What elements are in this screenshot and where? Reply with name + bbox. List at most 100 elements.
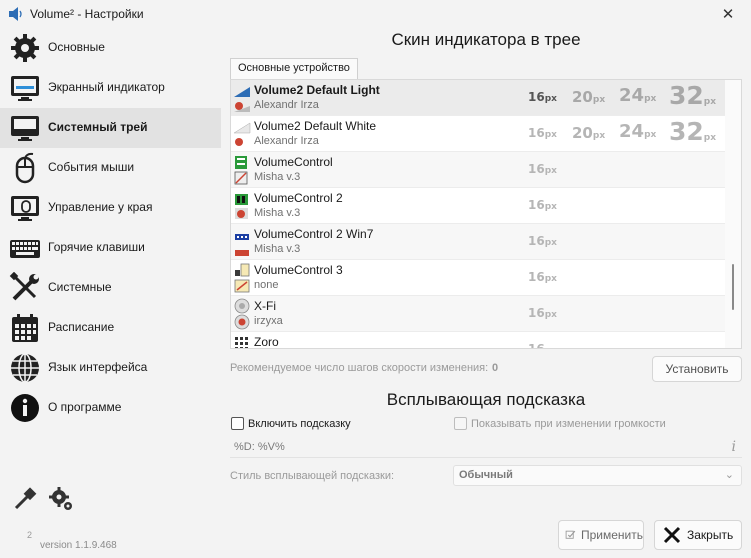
sidebar-item-system-tray[interactable]: Системный трей: [0, 108, 221, 148]
skin-list-scrollbar[interactable]: [725, 80, 741, 348]
info-icon: [11, 394, 39, 422]
skin-row[interactable]: Zoro 16px: [231, 332, 726, 349]
skin-name: VolumeControl 2: [254, 191, 343, 205]
app-speaker-icon: [9, 7, 22, 21]
checkbox-box[interactable]: [454, 417, 467, 430]
sidebar-item-screen-edge[interactable]: Управление у края: [0, 188, 221, 228]
sidebar-item-label: Системный трей: [48, 120, 148, 134]
skin-list[interactable]: Volume2 Default Light Alexandr Irza 16px…: [230, 79, 742, 349]
scrollbar-thumb[interactable]: [732, 264, 734, 310]
skin-preview-speaker-icon: [234, 263, 250, 293]
size-16-label: 16px: [528, 198, 557, 212]
install-button[interactable]: Установить: [652, 356, 742, 382]
version-mark: 2: [27, 530, 33, 540]
skin-preview-win7-icon: [235, 234, 249, 256]
sidebar-item-schedule[interactable]: Расписание: [0, 308, 221, 348]
sidebar-item-label: О программе: [48, 400, 122, 414]
apply-icon: [565, 530, 576, 539]
size-24-label: 24px: [619, 121, 657, 142]
globe-icon: [11, 353, 39, 383]
title-bar: Volume² - Настройки ✕: [0, 0, 751, 28]
tooltip-style-select[interactable]: Обычный ⌄: [453, 465, 742, 486]
enable-tooltip-checkbox[interactable]: Включить подсказку: [231, 417, 351, 430]
skin-author: irzyxa: [254, 315, 283, 327]
format-help-icon[interactable]: i: [732, 438, 736, 457]
size-16-label: 16px: [528, 126, 557, 140]
sidebar-item-label: Системные: [48, 280, 112, 294]
skin-author: Alexandr Irza: [254, 99, 319, 111]
show-on-change-checkbox[interactable]: Показывать при изменении громкости: [454, 417, 666, 430]
gear-icon: [11, 34, 39, 62]
mouse-icon: [15, 152, 35, 184]
sidebar-item-mouse-events[interactable]: События мыши: [0, 148, 221, 188]
window-title: Volume² - Настройки: [30, 7, 144, 21]
tooltip-format-input[interactable]: %D: %V% i: [230, 438, 742, 458]
skin-name: VolumeControl 3: [254, 263, 343, 277]
window-close-button[interactable]: ✕: [705, 0, 751, 28]
sidebar-item-hotkeys[interactable]: Горячие клавиши: [0, 228, 221, 268]
skin-row[interactable]: Volume2 Default Light Alexandr Irza 16px…: [231, 80, 726, 116]
skin-author: Alexandr Irza: [254, 135, 319, 147]
select-value: Обычный: [459, 469, 513, 481]
skin-name: X-Fi: [254, 299, 276, 313]
apply-label: Применить: [580, 528, 643, 542]
skin-preview-xfi-icon: [234, 298, 250, 330]
format-value: %D: %V%: [234, 441, 285, 453]
size-16-label: 16px: [528, 90, 557, 104]
steps-label: Рекомендуемое число шагов скорости измен…: [230, 362, 489, 374]
tooltip-heading: Всплывающая подсказка: [386, 390, 586, 409]
size-24-label: 24px: [619, 85, 657, 106]
skin-author: Misha v.3: [254, 243, 301, 255]
checkbox-label: Включить подсказку: [248, 417, 351, 430]
tray-monitor-icon: [11, 116, 39, 141]
skin-row[interactable]: X-Fi irzyxa 16px: [231, 296, 726, 332]
checkbox-label: Показывать при изменении громкости: [471, 417, 666, 430]
skin-preview-bars-icon: [234, 156, 248, 185]
close-button[interactable]: Закрыть: [654, 520, 742, 550]
size-16-label: 16px: [528, 270, 557, 284]
skin-name: Volume2 Default White: [254, 119, 377, 133]
sidebar: Основные Экранный индикатор Системный тр…: [0, 28, 221, 558]
wrench-screwdriver-icon: [9, 272, 39, 301]
tray-skin-heading: Скин индикатора в трее: [391, 30, 581, 49]
skin-row[interactable]: VolumeControl Misha v.3 16px: [231, 152, 726, 188]
skin-name: VolumeControl 2 Win7: [254, 227, 374, 241]
size-16-label: 16px: [528, 162, 557, 176]
skin-preview-white-icon: [233, 122, 251, 146]
skin-preview-light-icon: [234, 87, 250, 112]
sidebar-item-language[interactable]: Язык интерфейса: [0, 348, 221, 388]
advanced-gear-icon[interactable]: [48, 486, 74, 512]
close-label: Закрыть: [687, 528, 734, 542]
skin-row[interactable]: Volume2 Default White Alexandr Irza 16px…: [231, 116, 726, 152]
skin-preview-bars2-icon: [235, 194, 248, 219]
size-16-label: 16px: [528, 234, 557, 248]
skin-author: Misha v.3: [254, 207, 301, 219]
chevron-down-icon: ⌄: [724, 469, 734, 481]
sidebar-item-label: События мыши: [48, 160, 135, 174]
skin-preview-zoro-icon: [235, 337, 248, 348]
steps-value: 0: [492, 362, 499, 374]
sidebar-item-osd[interactable]: Экранный индикатор: [0, 68, 221, 108]
sidebar-item-label: Язык интерфейса: [48, 360, 148, 374]
skin-author: Misha v.3: [254, 171, 301, 183]
skin-name: Volume2 Default Light: [254, 83, 380, 97]
apply-button[interactable]: Применить: [558, 520, 644, 550]
sidebar-item-label: Управление у края: [48, 200, 153, 214]
skin-row[interactable]: VolumeControl 3 none 16px: [231, 260, 726, 296]
skin-brush-icon[interactable]: [12, 486, 38, 512]
sidebar-item-general[interactable]: Основные: [0, 28, 221, 68]
sidebar-item-system[interactable]: Системные: [0, 268, 221, 308]
tooltip-style-label: Стиль всплывающей подсказки:: [230, 470, 395, 482]
skin-row[interactable]: VolumeControl 2 Misha v.3 16px: [231, 188, 726, 224]
calendar-icon: [12, 314, 38, 342]
skin-row[interactable]: VolumeControl 2 Win7 Misha v.3 16px: [231, 224, 726, 260]
skin-name: Zoro: [254, 335, 279, 349]
size-20-label: 20px: [572, 88, 606, 106]
sidebar-item-label: Расписание: [48, 320, 115, 334]
size-32-label: 32px: [669, 81, 717, 110]
tab-main-device[interactable]: Основные устройство: [230, 58, 358, 79]
checkbox-box[interactable]: [231, 417, 244, 430]
skin-name: VolumeControl: [254, 155, 333, 169]
size-16-label: 16px: [528, 342, 557, 349]
sidebar-item-about[interactable]: О программе: [0, 388, 221, 428]
